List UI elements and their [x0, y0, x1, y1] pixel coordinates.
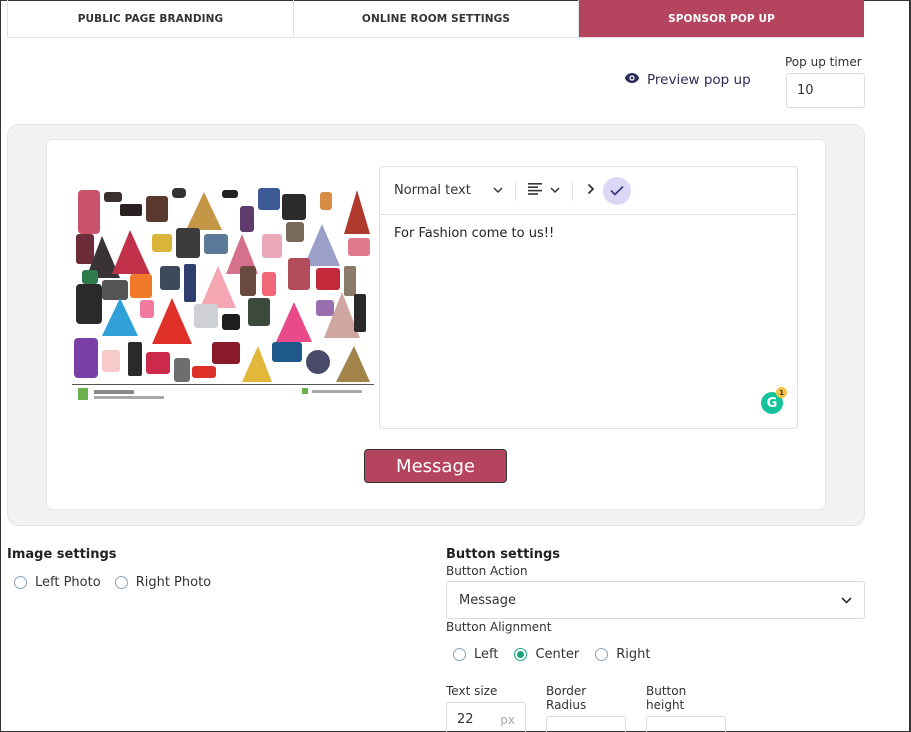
- button-height-label: Button height: [646, 684, 687, 712]
- popup-message-button[interactable]: Message: [364, 449, 507, 483]
- chevron-down-icon: [550, 183, 560, 198]
- align-left-icon: [527, 182, 542, 199]
- toolbar-divider: [514, 180, 516, 201]
- chevron-down-icon: [493, 183, 503, 198]
- radio-label: Right Photo: [135, 575, 212, 590]
- rich-text-editor: Normal text For Fashion come to us!! G 1: [379, 166, 798, 429]
- radio-align-left[interactable]: Left: [453, 647, 498, 662]
- editor-toolbar: Normal text: [380, 167, 797, 215]
- preview-pop-up-link[interactable]: Preview pop up: [624, 72, 751, 88]
- text-size-unit: px: [500, 712, 515, 727]
- preview-pop-up-label: Preview pop up: [647, 72, 751, 88]
- button-height-input[interactable]: [646, 716, 726, 732]
- grammarly-count-badge: 1: [776, 387, 787, 398]
- radio-circle: [453, 648, 466, 661]
- radio-label: Center: [535, 647, 580, 662]
- tab-online-room-settings[interactable]: ONLINE ROOM SETTINGS: [294, 0, 579, 37]
- radio-label: Left Photo: [35, 575, 101, 590]
- text-size-label: Text size: [446, 684, 498, 698]
- check-icon[interactable]: [602, 176, 631, 205]
- radio-left-photo[interactable]: Left Photo: [14, 575, 101, 590]
- radio-circle: [114, 576, 128, 589]
- radio-align-center[interactable]: Center: [514, 647, 579, 662]
- button-settings-title: Button settings: [446, 547, 561, 562]
- pop-up-timer-label: Pop up timer: [785, 55, 862, 69]
- button-action-value: Message: [459, 592, 516, 608]
- button-alignment-radio-group: Left Center Right: [453, 647, 650, 662]
- border-radius-input[interactable]: [546, 716, 626, 732]
- chevron-right-icon[interactable]: [587, 183, 595, 199]
- radio-circle-selected: [514, 648, 528, 661]
- editor-content[interactable]: For Fashion come to us!!: [380, 215, 797, 252]
- sponsor-photo[interactable]: [72, 182, 374, 406]
- pop-up-timer-input[interactable]: [786, 73, 865, 108]
- text-size-input[interactable]: 22 px: [446, 702, 526, 732]
- button-action-select[interactable]: Message: [446, 581, 865, 619]
- button-action-label: Button Action: [446, 564, 528, 578]
- button-alignment-label: Button Alignment: [446, 620, 552, 634]
- tab-public-page-branding[interactable]: PUBLIC PAGE BRANDING: [8, 0, 294, 37]
- text-size-value: 22: [457, 712, 474, 727]
- tab-sponsor-pop-up[interactable]: SPONSOR POP UP: [579, 0, 864, 37]
- radio-circle: [14, 576, 27, 589]
- image-settings-title: Image settings: [7, 547, 117, 562]
- radio-circle: [595, 648, 609, 661]
- text-format-select[interactable]: Normal text: [394, 183, 503, 198]
- image-position-radio-group: Left Photo Right Photo: [14, 575, 211, 590]
- text-format-value: Normal text: [394, 183, 471, 198]
- border-radius-label: Border Radius: [546, 684, 587, 712]
- radio-label: Left: [474, 647, 499, 662]
- toolbar-divider: [571, 180, 573, 201]
- eye-icon: [624, 72, 640, 88]
- radio-align-right[interactable]: Right: [595, 647, 650, 662]
- grammarly-icon[interactable]: G 1: [761, 387, 787, 414]
- radio-label: Right: [616, 647, 651, 662]
- tab-bar: PUBLIC PAGE BRANDING ONLINE ROOM SETTING…: [7, 0, 864, 38]
- text-align-select[interactable]: [527, 182, 560, 199]
- radio-right-photo[interactable]: Right Photo: [114, 575, 212, 590]
- chevron-down-icon: [841, 593, 852, 608]
